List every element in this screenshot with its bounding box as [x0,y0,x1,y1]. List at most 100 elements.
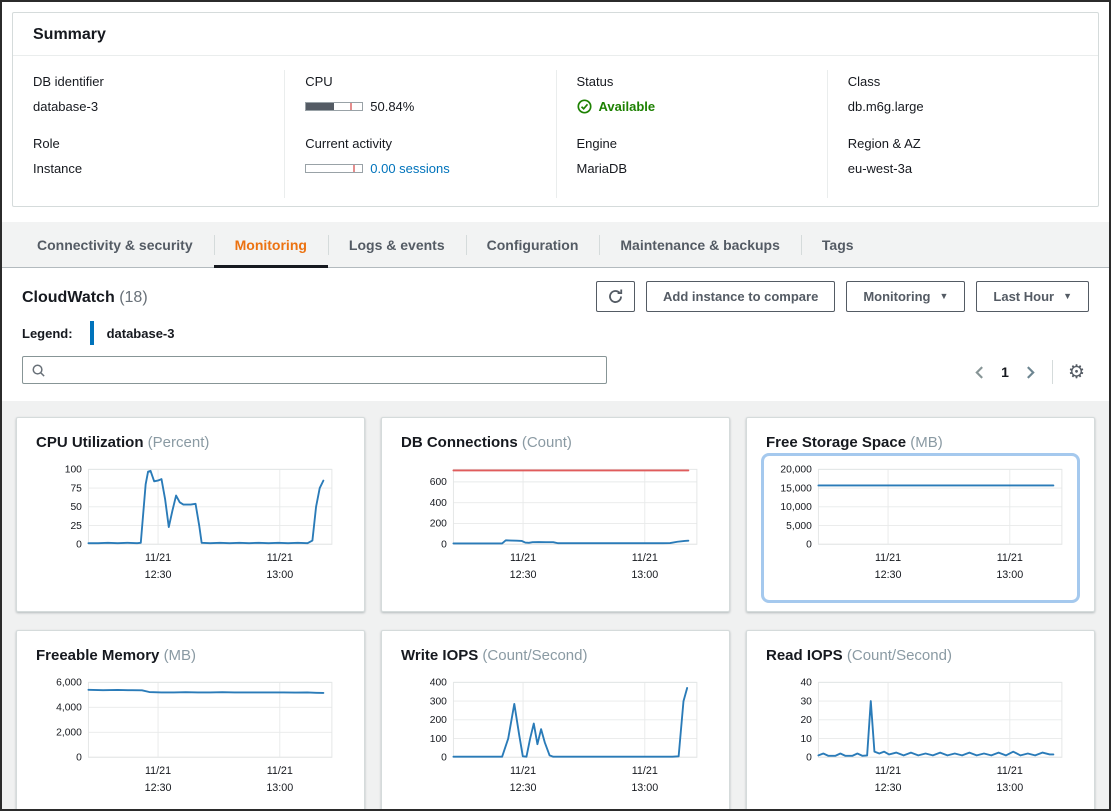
read-iops-chart[interactable]: 01020304011/2112:3011/2113:00 [761,666,1080,811]
tab-tags[interactable]: Tags [801,222,875,268]
summary-panel: Summary DB identifier database-3 Role In… [12,12,1099,207]
chart-unit: (Count/Second) [482,647,587,664]
svg-text:11/21: 11/21 [267,552,293,564]
chart-card-read-iops: Read IOPS (Count/Second) 01020304011/211… [746,630,1095,811]
sessions-value-link[interactable]: 0.00 sessions [370,161,450,176]
chart-title-text: Write IOPS [401,647,478,664]
freeable-memory-chart[interactable]: 02,0004,0006,00011/2112:3011/2113:00 [31,666,350,811]
svg-text:13:00: 13:00 [266,782,293,794]
svg-text:11/21: 11/21 [510,552,536,564]
legend-label: Legend: [22,326,73,341]
status-label: Status [577,74,807,89]
cloudwatch-toolbar: Add instance to compare Monitoring ▼ Las… [596,281,1089,312]
write-iops-chart[interactable]: 010020030040011/2112:3011/2113:00 [396,666,715,811]
chart-title: CPU Utilization (Percent) [36,434,350,451]
check-circle-icon [577,99,592,114]
svg-text:6,000: 6,000 [56,678,82,689]
class-value: db.m6g.large [848,99,1078,114]
class-field: Class db.m6g.large [848,74,1078,114]
chart-unit: (Count/Second) [847,647,952,664]
summary-col-class: Class db.m6g.large Region & AZ eu-west-3… [827,70,1098,198]
legend-color-swatch [90,321,94,345]
cpu-utilization-chart[interactable]: 025507510011/2112:3011/2113:00 [31,453,350,603]
svg-text:15,000: 15,000 [780,483,812,494]
cloudwatch-header-row: CloudWatch (18) Add instance to compare … [22,281,1089,312]
charts-grid: CPU Utilization (Percent) 0 25 50 75 100 11/2… [2,401,1109,811]
cpu-meter-fill [306,103,334,110]
free-storage-space-chart[interactable]: 05,00010,00015,00020,00011/2112:3011/211… [761,453,1080,603]
status-field: Status Available [577,74,807,114]
chart-title-text: CPU Utilization [36,434,144,451]
chart-title: Read IOPS (Count/Second) [766,647,1080,664]
time-range-dropdown-button[interactable]: Last Hour ▼ [976,281,1089,312]
svg-text:400: 400 [430,498,447,509]
add-instance-label: Add instance to compare [663,289,818,304]
settings-gear-icon[interactable]: ⚙ [1068,363,1085,382]
metric-search-input[interactable] [53,362,598,379]
svg-text:30: 30 [800,697,812,708]
summary-title: Summary [33,26,1078,44]
pagination-divider [1052,360,1053,384]
metric-search-box[interactable] [22,356,607,384]
svg-text:75: 75 [70,483,82,494]
svg-text:0: 0 [441,540,447,551]
summary-panel-header: Summary [13,13,1098,56]
svg-text:0: 0 [441,753,447,764]
chart-unit: (MB) [164,647,197,664]
chart-title-text: Free Storage Space [766,434,906,451]
db-identifier-field: DB identifier database-3 [33,74,264,114]
cpu-meter [305,102,363,111]
svg-text:12:30: 12:30 [875,569,902,581]
region-value: eu-west-3a [848,161,1078,176]
summary-col-cpu: CPU 50.84% Current activity [284,70,555,198]
svg-text:13:00: 13:00 [631,782,658,794]
add-instance-to-compare-button[interactable]: Add instance to compare [646,281,835,312]
svg-text:100: 100 [65,465,82,476]
svg-text:0: 0 [806,753,812,764]
monitoring-dropdown-button[interactable]: Monitoring ▼ [846,281,965,312]
cpu-meter-threshold-tick [350,103,352,110]
legend-series-name: database-3 [107,326,175,341]
sessions-meter-threshold-tick [353,165,355,172]
status-badge: Available [577,99,807,114]
chart-title: Free Storage Space (MB) [766,434,1080,451]
cloudwatch-title-text: CloudWatch [22,289,115,306]
tab-monitoring[interactable]: Monitoring [214,222,328,268]
svg-text:0: 0 [76,753,82,764]
svg-text:2,000: 2,000 [56,728,82,739]
chart-card-write-iops: Write IOPS (Count/Second) 01002003004001… [381,630,730,811]
time-range-label: Last Hour [993,289,1054,304]
legend-row: Legend: database-3 [22,321,1089,345]
chart-card-cpu-utilization: CPU Utilization (Percent) 025507510011/2… [16,417,365,612]
sessions-meter [305,164,363,173]
refresh-button[interactable] [596,281,635,312]
tab-maintenance-backups[interactable]: Maintenance & backups [599,222,801,268]
caret-down-icon: ▼ [1063,292,1072,301]
svg-text:13:00: 13:00 [631,569,658,581]
tab-configuration[interactable]: Configuration [466,222,600,268]
summary-grid: DB identifier database-3 Role Instance C… [13,56,1098,206]
status-text: Available [599,99,656,114]
svg-text:11/21: 11/21 [145,766,171,778]
detail-tabs: Connectivity & security Monitoring Logs … [2,222,1109,268]
tab-logs-events[interactable]: Logs & events [328,222,466,268]
svg-text:10,000: 10,000 [780,502,812,513]
region-label: Region & AZ [848,136,1078,151]
search-icon [31,363,46,378]
previous-page-icon[interactable] [973,365,986,380]
role-label: Role [33,136,264,151]
svg-text:11/21: 11/21 [875,766,901,778]
role-value: Instance [33,161,264,176]
svg-text:25: 25 [70,521,82,532]
class-label: Class [848,74,1078,89]
svg-text:200: 200 [430,716,447,727]
tab-connectivity-security[interactable]: Connectivity & security [16,222,214,268]
svg-text:20: 20 [800,716,812,727]
svg-text:12:30: 12:30 [145,782,172,794]
db-connections-chart[interactable]: 020040060011/2112:3011/2113:00 [396,453,715,603]
svg-text:20,000: 20,000 [780,465,812,476]
summary-col-status: Status Available Engine MariaDB [556,70,827,198]
svg-text:50: 50 [70,502,82,513]
next-page-icon[interactable] [1024,365,1037,380]
rds-instance-page: Summary DB identifier database-3 Role In… [0,0,1111,811]
